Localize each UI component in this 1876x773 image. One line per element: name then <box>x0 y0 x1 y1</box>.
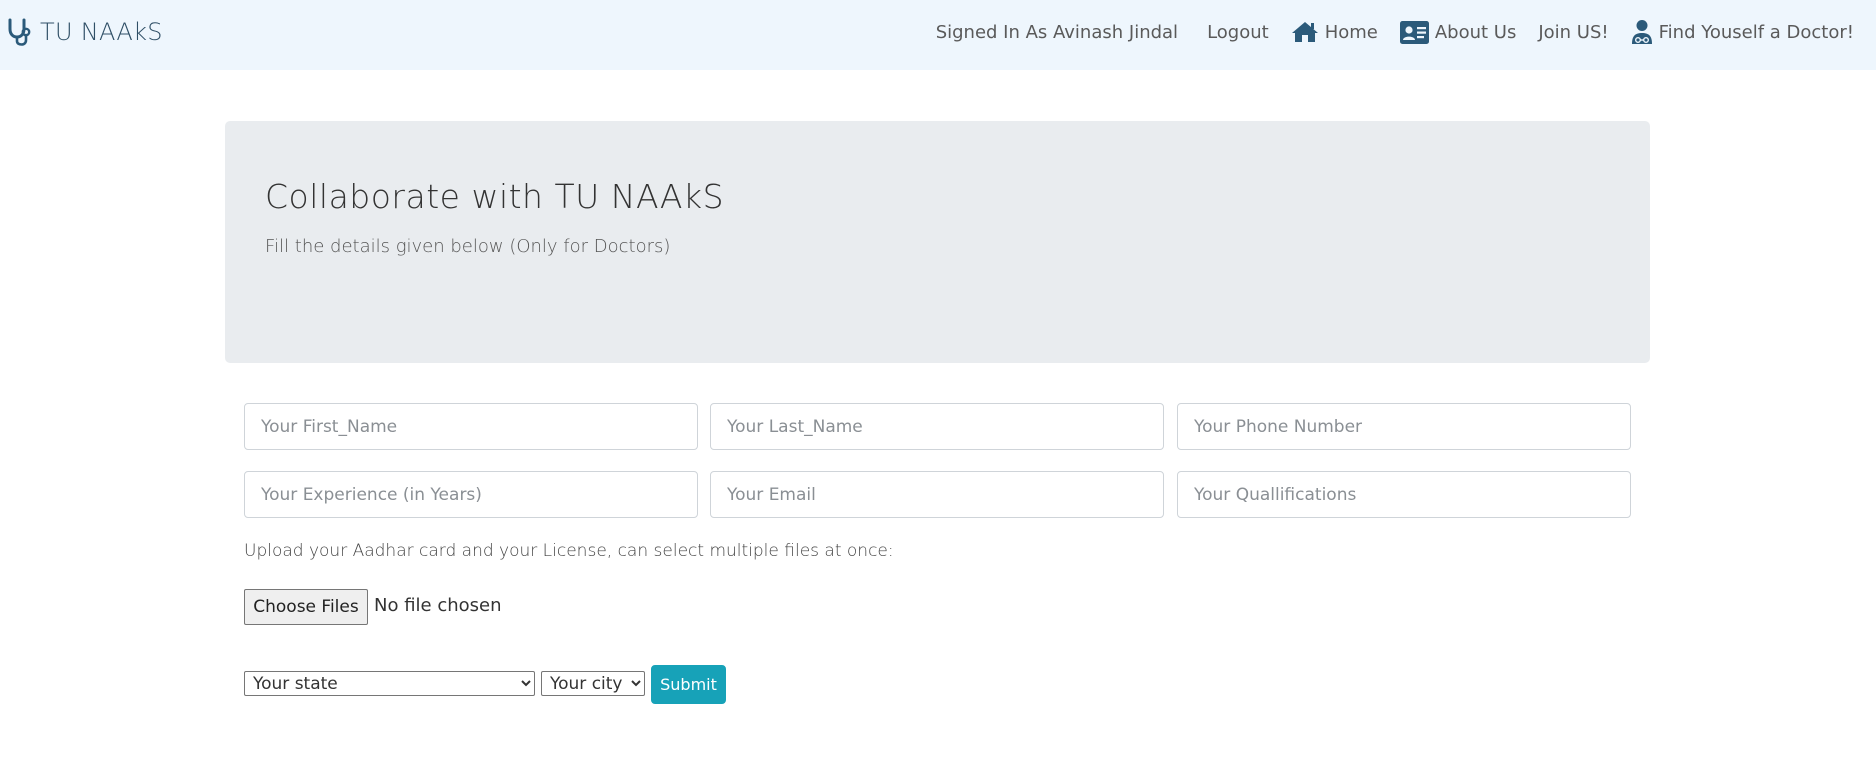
brand-link[interactable]: TU NAAkS <box>6 14 163 50</box>
hero-panel: Collaborate with TU NAAkS Fill the detai… <box>225 121 1650 363</box>
signed-in-label: Signed In As Avinash Jindal <box>935 21 1179 43</box>
city-select[interactable]: Your city <box>541 671 645 696</box>
first-name-input[interactable] <box>244 403 698 450</box>
about-label: About Us <box>1434 21 1517 43</box>
doctor-icon <box>1631 20 1652 44</box>
upload-label: Upload your Aadhar card and your License… <box>244 541 894 561</box>
home-icon <box>1291 22 1318 42</box>
id-card-icon <box>1399 20 1429 44</box>
logout-label: Logout <box>1207 21 1269 43</box>
nav-find-doctor[interactable]: Find Youself a Doctor! <box>1631 19 1854 45</box>
nav-logout[interactable]: Logout <box>1207 22 1269 43</box>
qualifications-input[interactable] <box>1177 471 1631 518</box>
brand-name: TU NAAkS <box>40 18 163 46</box>
last-name-input[interactable] <box>710 403 1164 450</box>
nav-home[interactable]: Home <box>1291 20 1378 44</box>
nav-join-us[interactable]: Join US! <box>1538 22 1608 43</box>
nav-menu: Signed In As Avinash Jindal Logout Home … <box>914 14 1854 50</box>
page-subtitle: Fill the details given below (Only for D… <box>265 236 671 257</box>
navbar: TU NAAkS Signed In As Avinash Jindal Log… <box>0 0 1876 70</box>
email-input[interactable] <box>710 471 1164 518</box>
experience-input[interactable] <box>244 471 698 518</box>
nav-signed-in[interactable]: Signed In As Avinash Jindal <box>936 22 1178 43</box>
join-label: Join US! <box>1538 21 1609 43</box>
choose-files-button[interactable]: Choose Files <box>244 589 368 625</box>
home-label: Home <box>1324 21 1378 43</box>
phone-input[interactable] <box>1177 403 1631 450</box>
file-status: No file chosen <box>374 595 502 616</box>
submit-button[interactable]: Submit <box>651 665 726 704</box>
page-title: Collaborate with TU NAAkS <box>265 177 725 216</box>
nav-about-us[interactable]: About Us <box>1399 20 1517 44</box>
stethoscope-icon <box>8 18 31 46</box>
state-select[interactable]: Your state <box>244 671 535 696</box>
find-doctor-label: Find Youself a Doctor! <box>1658 21 1854 43</box>
